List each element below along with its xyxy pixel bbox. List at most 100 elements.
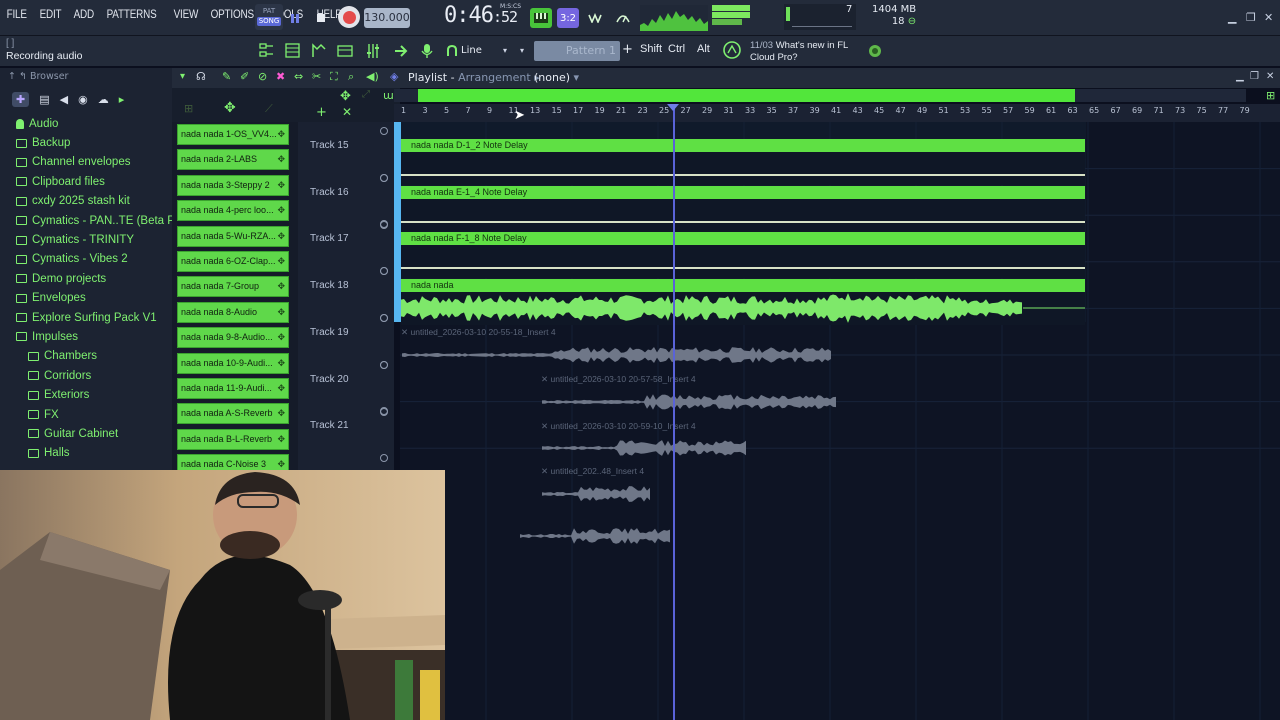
select-icon[interactable]: ⛶ bbox=[330, 70, 338, 84]
stop-button[interactable] bbox=[310, 7, 332, 29]
overview-handle[interactable] bbox=[418, 89, 1075, 102]
restore-icon[interactable]: ❐ bbox=[1246, 11, 1256, 24]
channel-grip-icon[interactable]: ✥ bbox=[277, 201, 285, 220]
record-button[interactable] bbox=[338, 6, 360, 28]
track-name[interactable]: Track 18 bbox=[310, 280, 349, 291]
arrow-right-icon[interactable] bbox=[390, 41, 412, 61]
file-icon[interactable]: ▤ bbox=[39, 93, 49, 106]
channel-button[interactable]: nada nada 7-Group ✥ bbox=[177, 276, 289, 298]
browser-item[interactable]: Demo projects bbox=[0, 269, 172, 288]
browser-item[interactable]: FX bbox=[0, 405, 172, 424]
playhead-marker-icon[interactable] bbox=[667, 104, 679, 111]
mixer-view-icon[interactable] bbox=[334, 41, 356, 61]
pat-song-toggle[interactable]: PAT SONG bbox=[255, 4, 283, 30]
piano-roll-icon[interactable] bbox=[530, 8, 552, 28]
browser-item[interactable]: Chambers bbox=[0, 347, 172, 366]
scroll-icon[interactable]: ⟋ bbox=[265, 102, 273, 116]
channel-button[interactable]: nada nada 4-perc loo... ✥ bbox=[177, 200, 289, 222]
track-mute-icon[interactable] bbox=[380, 313, 388, 322]
remove-track-icon[interactable]: ✕ bbox=[342, 105, 352, 119]
piano-roll-view-icon[interactable] bbox=[308, 41, 330, 61]
channel-button[interactable]: nada nada 3-Steppy 2 ✥ bbox=[177, 174, 289, 196]
browser-item[interactable]: Impulses bbox=[0, 327, 172, 346]
playlist-scroll-icon[interactable]: ⤢ bbox=[362, 89, 370, 100]
clip-header[interactable]: nada nada D-1_2 Note Delay bbox=[401, 139, 1085, 152]
news-icon[interactable] bbox=[722, 40, 742, 64]
minimize-icon[interactable]: ▁ bbox=[1228, 11, 1236, 24]
close-icon[interactable]: ✕ bbox=[1264, 11, 1273, 24]
browser-item[interactable]: Cymatics - TRINITY bbox=[0, 230, 172, 249]
channel-grip-icon[interactable]: ✥ bbox=[277, 430, 285, 449]
alt-key-button[interactable]: Alt bbox=[697, 43, 710, 55]
pause-button[interactable] bbox=[284, 7, 306, 29]
playlist-restore-icon[interactable]: ❐ bbox=[1250, 71, 1259, 82]
channel-grip-icon[interactable]: ✥ bbox=[277, 125, 285, 144]
browser-item[interactable]: Cymatics - Vibes 2 bbox=[0, 250, 172, 269]
browser-item[interactable]: Halls bbox=[0, 444, 172, 463]
browser-item[interactable]: Explore Surfing Pack V1 bbox=[0, 308, 172, 327]
browser-item[interactable]: Channel envelopes bbox=[0, 153, 172, 172]
playlist-close-icon[interactable]: ✕ bbox=[1266, 71, 1274, 82]
overview-menu-icon[interactable]: ⊞ bbox=[1266, 89, 1275, 102]
track-name[interactable]: Track 19 bbox=[310, 327, 349, 338]
channel-grip-icon[interactable]: ✥ bbox=[277, 150, 285, 169]
slice-icon[interactable]: ✂ bbox=[312, 70, 321, 83]
channel-button[interactable]: nada nada 6-OZ-Clap... ✥ bbox=[177, 251, 289, 272]
pencil-icon[interactable]: ✎ bbox=[222, 70, 231, 83]
track-mute-icon[interactable] bbox=[380, 173, 388, 182]
channel-button[interactable]: nada nada 9-8-Audio... ✥ bbox=[177, 327, 289, 349]
pattern-selector[interactable]: Pattern 1 bbox=[534, 41, 620, 61]
browser-item[interactable]: Clipboard files bbox=[0, 172, 172, 191]
playlist-view-icon[interactable] bbox=[256, 41, 278, 61]
browser-item[interactable]: Audio bbox=[0, 114, 172, 133]
all-filter-icon[interactable]: ✚ bbox=[12, 91, 30, 107]
browser-item[interactable]: Corridors bbox=[0, 366, 172, 385]
channel-button[interactable]: nada nada 8-Audio ✥ bbox=[177, 301, 289, 323]
pattern-chevron-icon[interactable]: ▾ bbox=[520, 46, 524, 55]
headphone-icon[interactable]: ☊ bbox=[196, 70, 206, 83]
channel-grip-icon[interactable]: ✥ bbox=[277, 227, 285, 246]
browser-item[interactable]: Guitar Cabinet bbox=[0, 424, 172, 443]
move-icon[interactable]: ✥ bbox=[224, 100, 236, 116]
channel-button[interactable]: nada nada 11-9-Audi... ✥ bbox=[177, 378, 289, 399]
menu-edit[interactable]: EDIT bbox=[37, 9, 64, 21]
playlist-move-icon[interactable]: ✥ bbox=[340, 89, 351, 104]
automation-clip-body[interactable] bbox=[401, 245, 1085, 279]
track-mute-icon[interactable] bbox=[380, 360, 388, 369]
channel-grip-icon[interactable]: ✥ bbox=[277, 328, 285, 347]
clip-header[interactable]: nada nada E-1_4 Note Delay bbox=[401, 185, 1085, 199]
menu-options[interactable]: OPTIONS bbox=[208, 9, 256, 21]
playlist-pattern-select[interactable]: (none) ▾ bbox=[534, 71, 579, 84]
channel-button[interactable]: nada nada B-L-Reverb ✥ bbox=[177, 428, 289, 450]
shift-key-button[interactable]: Shift bbox=[640, 43, 662, 55]
automation-clip-body[interactable] bbox=[401, 152, 1085, 185]
ctrl-key-button[interactable]: Ctrl bbox=[668, 43, 685, 55]
countdown-icon[interactable] bbox=[612, 8, 634, 28]
channel-button[interactable]: nada nada 10-9-Audi... ✥ bbox=[177, 352, 289, 374]
zoom-icon[interactable]: ⌕ bbox=[348, 70, 354, 84]
channel-grip-icon[interactable]: ✥ bbox=[277, 252, 285, 271]
channel-grip-icon[interactable]: ✥ bbox=[277, 354, 285, 373]
clip-header[interactable]: nada nada F-1_8 Note Delay bbox=[401, 232, 1085, 246]
track-name[interactable]: Track 15 bbox=[310, 140, 349, 151]
metronome-wait-icon[interactable] bbox=[585, 8, 607, 28]
channel-rack-icon[interactable] bbox=[282, 41, 304, 61]
channel-grip-icon[interactable]: ✥ bbox=[277, 277, 285, 296]
clip-header[interactable]: nada nada bbox=[401, 279, 1085, 293]
microphone-icon[interactable] bbox=[416, 41, 438, 61]
globe-browser-icon[interactable]: ◉ bbox=[78, 93, 88, 106]
snap-chevron-icon[interactable]: ▾ bbox=[503, 46, 507, 55]
channel-button[interactable]: nada nada 5-Wu-RZA... ✥ bbox=[177, 225, 289, 247]
menu-view[interactable]: VIEW bbox=[171, 9, 201, 21]
mute-icon[interactable]: ✖ bbox=[276, 70, 285, 83]
add-pattern-icon[interactable]: + bbox=[622, 42, 633, 57]
delete-icon[interactable]: ⊘ bbox=[258, 70, 267, 83]
playhead[interactable] bbox=[673, 104, 675, 720]
track-mute-icon[interactable] bbox=[380, 127, 388, 135]
playlist-minimize-icon[interactable]: ▁ bbox=[1236, 71, 1244, 82]
menu-file[interactable]: FILE bbox=[4, 9, 29, 21]
news-panel[interactable]: 11/03 What's new in FL Cloud Pro? bbox=[750, 40, 848, 64]
add-track-icon[interactable]: + bbox=[316, 105, 327, 120]
mixer-faders-icon[interactable] bbox=[362, 41, 384, 61]
speaker-icon[interactable]: ◀ bbox=[60, 93, 68, 106]
